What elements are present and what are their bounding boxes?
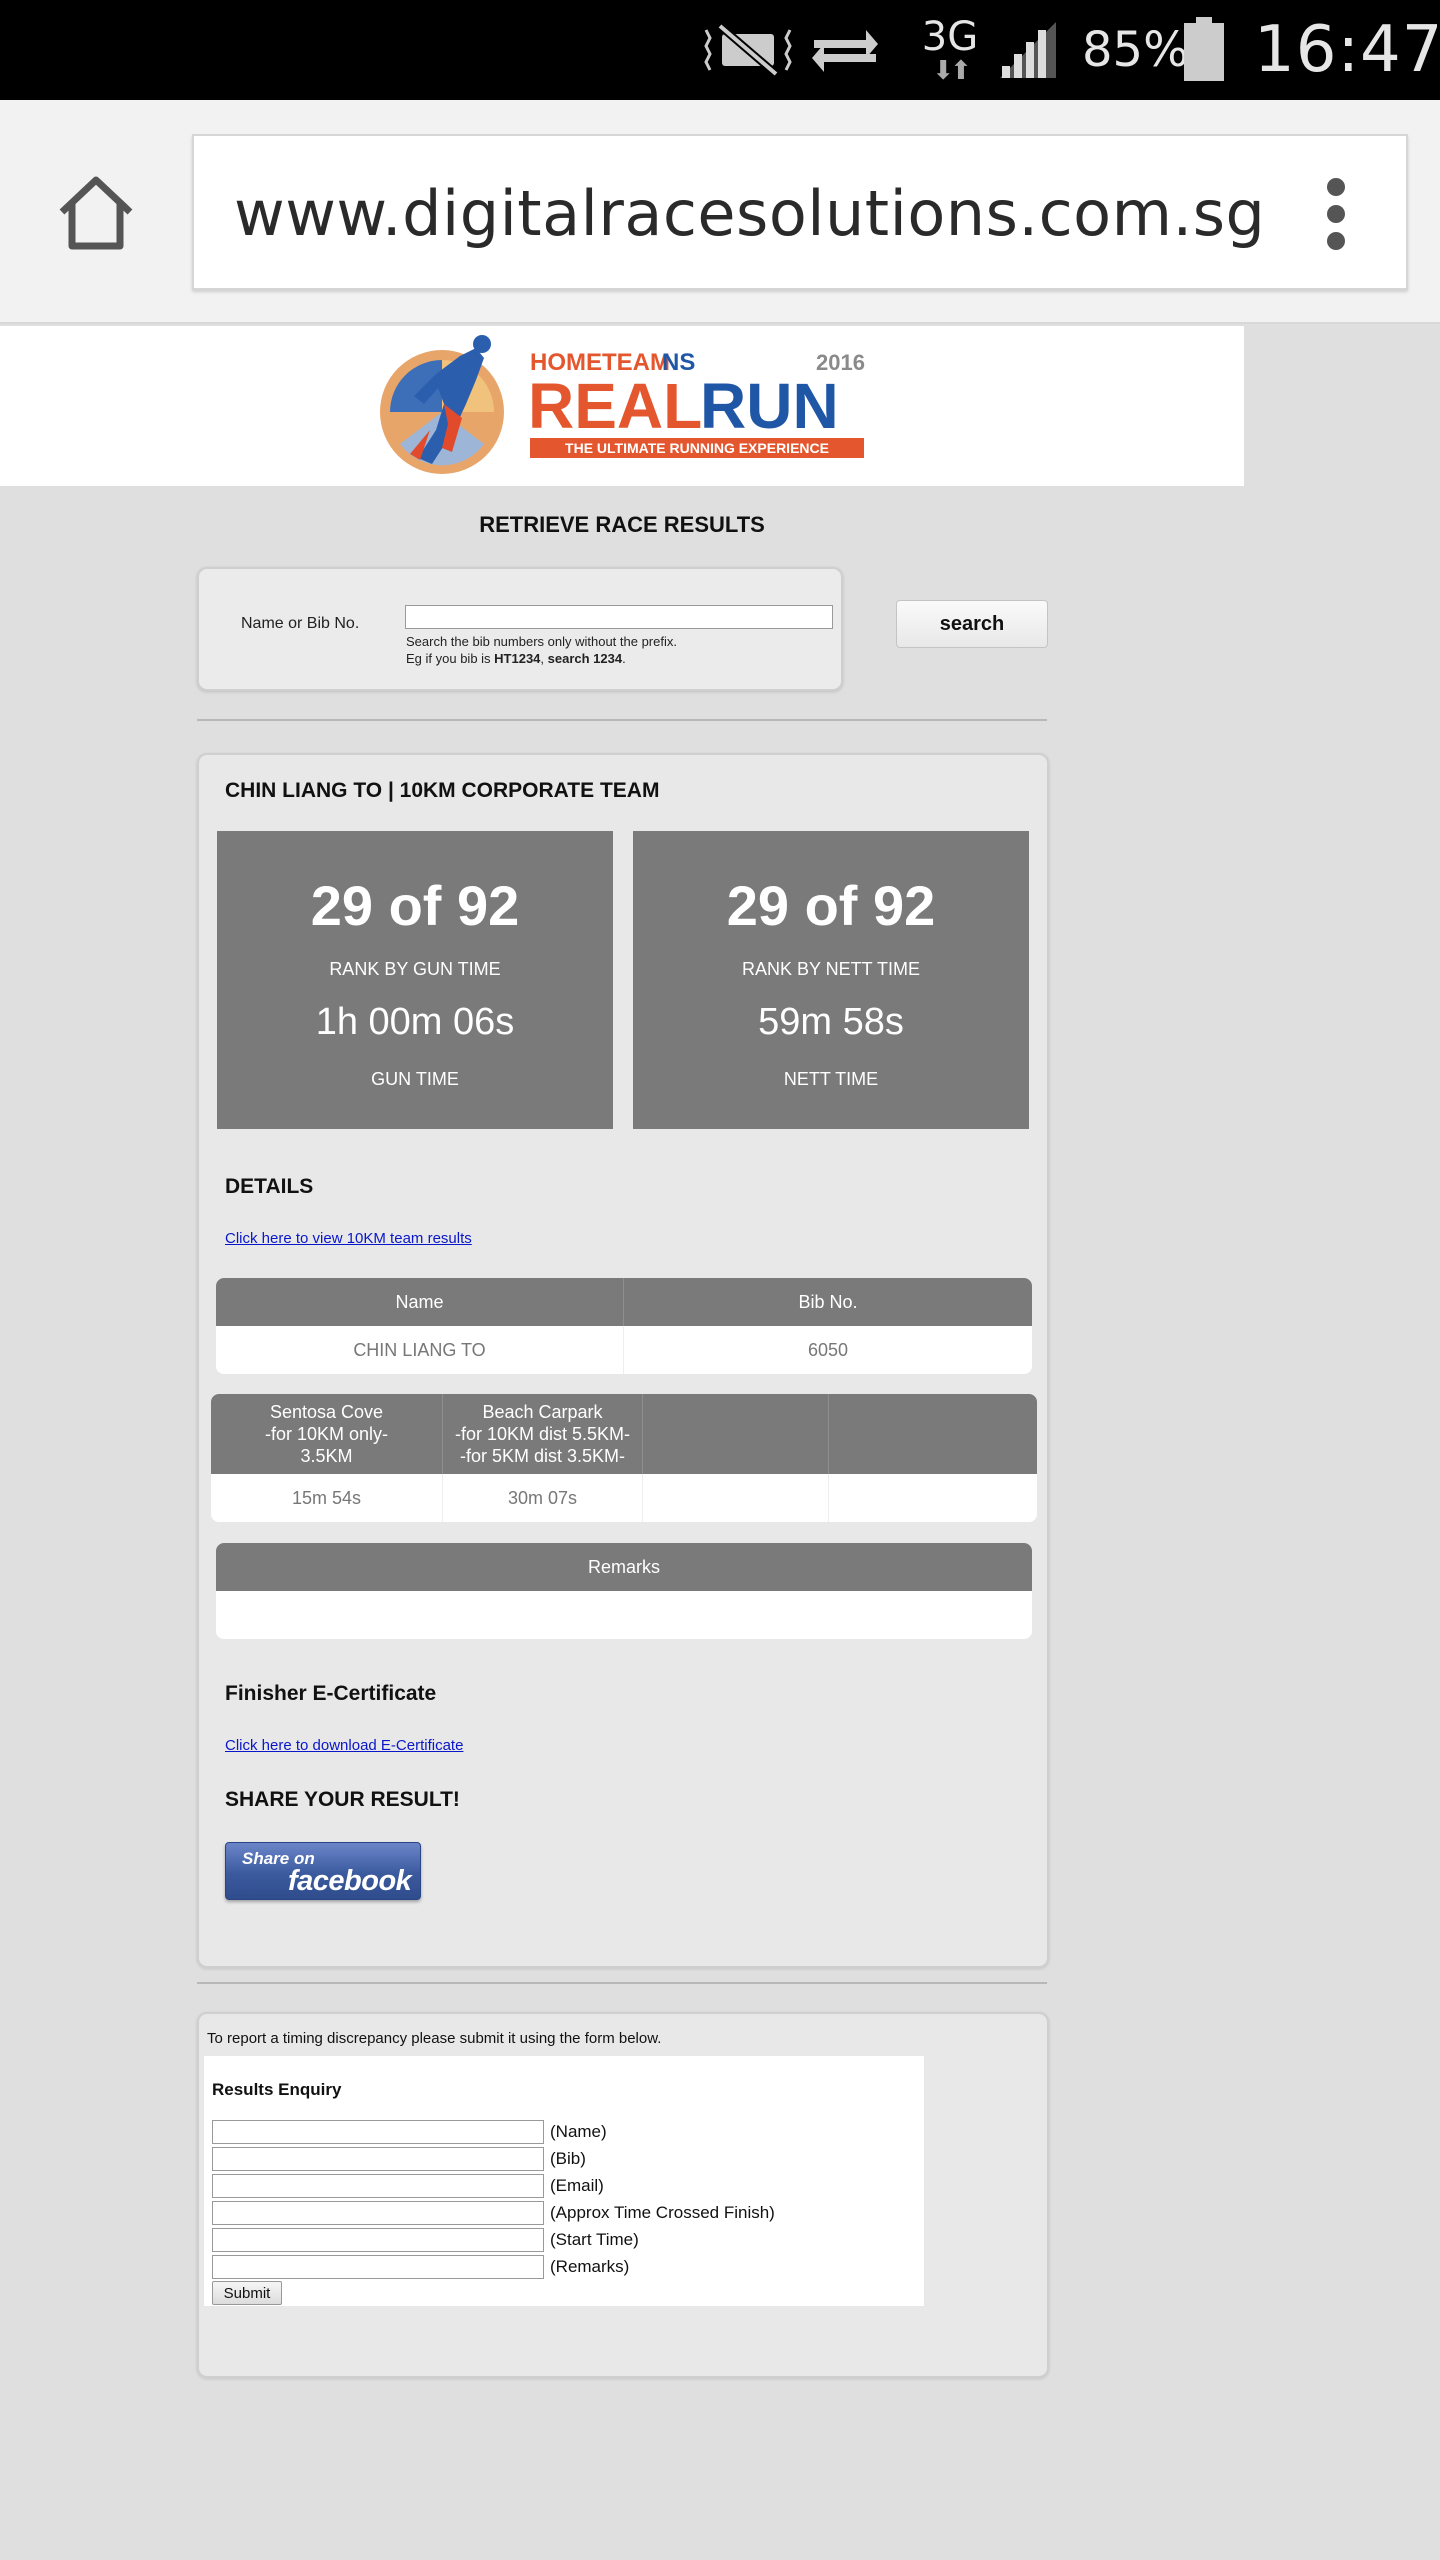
nett-time-box: 29 of 92 RANK BY NETT TIME 59m 58s NETT … <box>633 831 1029 1129</box>
submit-button[interactable]: Submit <box>212 2281 282 2305</box>
remarks-header: Remarks <box>587 1557 660 1577</box>
runner-title: CHIN LIANG TO | 10KM CORPORATE TEAM <box>225 779 660 802</box>
gun-rank: 29 of 92 <box>310 874 520 937</box>
result-panel: CHIN LIANG TO | 10KM CORPORATE TEAM 29 o… <box>197 753 1049 1968</box>
enquiry-bib-label: (Bib) <box>550 2149 586 2168</box>
enquiry-name-row: (Name) <box>212 2120 607 2144</box>
network-3g-icon: 3G ⬇⬆ <box>921 14 979 85</box>
nett-rank-label: RANK BY NETT TIME <box>741 959 921 979</box>
checkpoint-1-header: Sentosa Cove -for 10KM only- 3.5KM <box>211 1394 443 1474</box>
enquiry-remarks-row: (Remarks) <box>212 2255 629 2279</box>
remarks-table: Remarks <box>216 1543 1032 1639</box>
status-bar: 3G ⬇⬆ 85% 16:47 <box>0 0 1440 100</box>
nett-time-label: NETT TIME <box>783 1069 879 1089</box>
gun-time-label: GUN TIME <box>371 1069 459 1089</box>
bib-number-cell: 6050 <box>807 1339 849 1360</box>
clock: 16:47 <box>1254 13 1440 87</box>
mute-vibrate-icon <box>700 0 800 100</box>
enquiry-remarks-field[interactable] <box>212 2255 544 2279</box>
checkpoint-4-header <box>829 1394 1037 1474</box>
enquiry-bib-field[interactable] <box>212 2147 544 2171</box>
network-label: 3G <box>921 14 979 60</box>
gun-time-box: 29 of 92 RANK BY GUN TIME 1h 00m 06s GUN… <box>217 831 613 1129</box>
enquiry-finish-time-row: (Approx Time Crossed Finish) <box>212 2201 775 2225</box>
checkpoint-4-time <box>829 1474 1037 1522</box>
nett-rank: 29 of 92 <box>726 874 936 937</box>
enquiry-bib-row: (Bib) <box>212 2147 586 2171</box>
gun-rank-label: RANK BY GUN TIME <box>329 959 501 979</box>
runner-name-cell: CHIN LIANG TO <box>216 1326 624 1374</box>
checkpoint-2-header: Beach Carpark -for 10KM dist 5.5KM- -for… <box>443 1394 643 1474</box>
enquiry-finish-time-label: (Approx Time Crossed Finish) <box>550 2203 775 2222</box>
enquiry-email-label: (Email) <box>550 2176 604 2195</box>
search-hint: Search the bib numbers only without the … <box>406 634 677 666</box>
sync-arrows-icon <box>810 0 890 100</box>
page-title: RETRIEVE RACE RESULTS <box>479 512 765 537</box>
name-column-header: Name <box>216 1278 624 1326</box>
enquiry-email-row: (Email) <box>212 2174 604 2198</box>
enquiry-email-field[interactable] <box>212 2174 544 2198</box>
facebook-share-big: facebook <box>288 1865 412 1897</box>
search-input[interactable] <box>405 605 833 629</box>
signal-strength-icon <box>996 0 1066 100</box>
svg-text:RUN: RUN <box>700 370 839 442</box>
event-banner: HOMETEAM NS 2016 REAL RUN THE ULTIMATE R… <box>0 326 1244 486</box>
checkpoint-table: Sentosa Cove -for 10KM only- 3.5KM Beach… <box>211 1394 1037 1522</box>
battery-percent: 85% <box>1082 22 1189 78</box>
checkpoint-2-time: 30m 07s <box>443 1474 643 1522</box>
nett-time: 59m 58s <box>758 1001 904 1043</box>
search-button[interactable]: search <box>896 600 1048 648</box>
url-text[interactable]: www.digitalracesolutions.com.sg <box>234 136 1265 292</box>
enquiry-start-time-row: (Start Time) <box>212 2228 639 2252</box>
enquiry-note: To report a timing discrepancy please su… <box>207 2030 662 2047</box>
share-title: SHARE YOUR RESULT! <box>225 1788 460 1811</box>
svg-text:REAL: REAL <box>528 370 702 442</box>
download-certificate-link[interactable]: Click here to download E-Certificate <box>225 1737 463 1754</box>
enquiry-start-time-field[interactable] <box>212 2228 544 2252</box>
share-facebook-button[interactable]: Share on facebook <box>225 1842 421 1900</box>
home-icon[interactable] <box>54 170 138 254</box>
divider <box>197 1982 1047 1984</box>
enquiry-panel: To report a timing discrepancy please su… <box>197 2012 1049 2378</box>
checkpoint-3-header <box>643 1394 829 1474</box>
team-results-link[interactable]: Click here to view 10KM team results <box>225 1230 472 1247</box>
battery-icon <box>1182 0 1228 100</box>
checkpoint-3-time <box>643 1474 829 1522</box>
details-title: DETAILS <box>225 1175 314 1198</box>
browser-toolbar: www.digitalracesolutions.com.sg <box>0 100 1440 324</box>
enquiry-remarks-label: (Remarks) <box>550 2257 630 2276</box>
bib-column-header: Bib No. <box>798 1292 858 1312</box>
checkpoint-1-time: 15m 54s <box>211 1474 443 1522</box>
remarks-value <box>216 1591 1032 1639</box>
runner-info-table: Name Bib No. CHIN LIANG TO 6050 <box>216 1278 1032 1374</box>
results-enquiry-form: Results Enquiry (Name) (Bib) (Email) (Ap… <box>204 2056 924 2306</box>
enquiry-start-time-label: (Start Time) <box>550 2230 639 2249</box>
enquiry-finish-time-field[interactable] <box>212 2201 544 2225</box>
svg-text:THE ULTIMATE RUNNING EXPERIENC: THE ULTIMATE RUNNING EXPERIENCE <box>565 440 829 456</box>
certificate-title: Finisher E-Certificate <box>225 1682 437 1705</box>
real-run-logo: HOMETEAM NS 2016 REAL RUN THE ULTIMATE R… <box>380 334 866 480</box>
gun-time: 1h 00m 06s <box>315 1001 515 1043</box>
enquiry-name-field[interactable] <box>212 2120 544 2144</box>
enquiry-name-label: (Name) <box>550 2122 607 2141</box>
enquiry-form-title: Results Enquiry <box>212 2080 342 2099</box>
search-label: Name or Bib No. <box>241 615 360 632</box>
overflow-menu-icon[interactable] <box>1324 178 1348 250</box>
search-panel: Name or Bib No. Search the bib numbers o… <box>197 567 843 691</box>
url-bar[interactable]: www.digitalracesolutions.com.sg <box>192 134 1408 290</box>
divider <box>197 719 1047 721</box>
